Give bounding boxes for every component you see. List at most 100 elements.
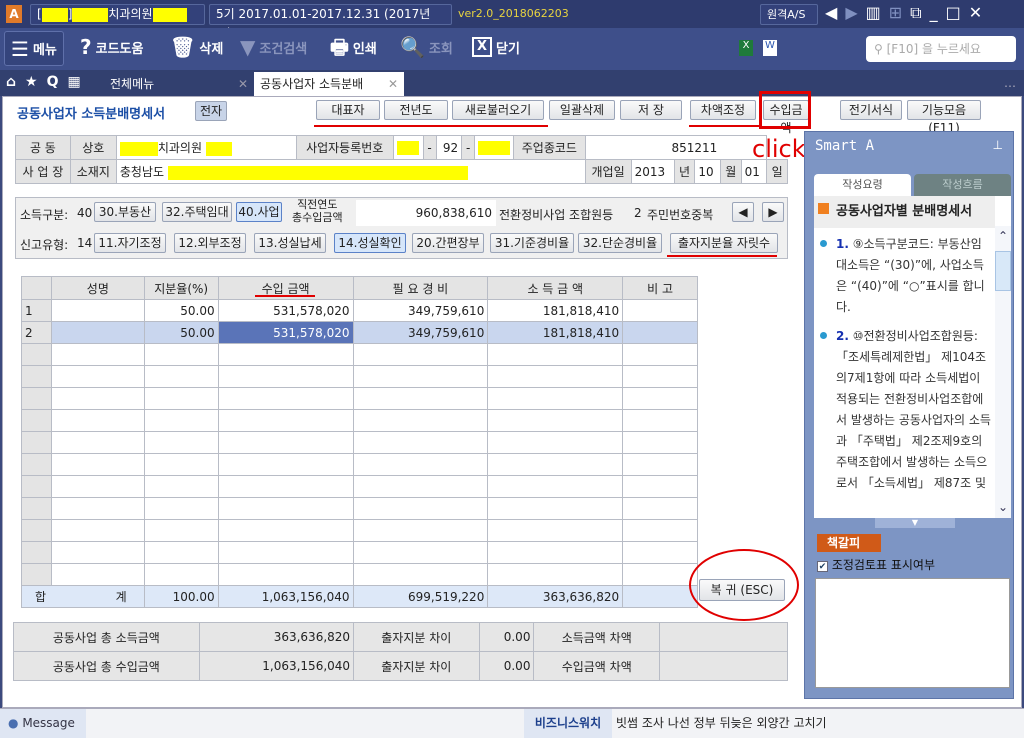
grid-cell[interactable] <box>622 541 698 564</box>
grid-cell[interactable] <box>352 519 489 542</box>
grid-cell[interactable] <box>622 563 698 586</box>
home-icon[interactable]: ⌂ <box>6 74 25 90</box>
grid-cell[interactable] <box>622 453 698 476</box>
fiscal-period-selector[interactable]: 5기 2017.01.01-2017.12.31 (2017년도) <box>209 4 452 40</box>
grid-cell[interactable] <box>217 387 354 410</box>
empty-row[interactable] <box>21 343 698 366</box>
conversion-value[interactable]: 2 <box>634 206 642 220</box>
report-option[interactable]: 13.성실납세 <box>254 233 326 253</box>
grid-cell[interactable] <box>622 321 698 344</box>
open-month[interactable]: 10 <box>694 159 721 184</box>
bizno-part3[interactable] <box>474 135 515 160</box>
review-checkbox[interactable]: ✔ 조정검토표 표시여부 <box>817 556 935 573</box>
empty-row[interactable] <box>21 431 698 454</box>
column-header[interactable]: 성명 <box>50 276 145 300</box>
delete-button[interactable]: 🗑 삭제 <box>170 37 223 57</box>
empty-row[interactable] <box>21 563 698 586</box>
grid-cell[interactable] <box>217 519 354 542</box>
inquiry-button[interactable]: 🔍 조회 <box>400 37 453 57</box>
grid-cell[interactable] <box>352 453 489 476</box>
tab-all-menu[interactable]: 전체메뉴 ✕ <box>104 72 252 96</box>
company-name-field[interactable]: 치과의원 <box>115 135 297 160</box>
grid-cell[interactable] <box>143 563 219 586</box>
q-icon[interactable]: Q <box>47 74 68 90</box>
report-type-code[interactable]: 14 <box>77 236 92 250</box>
grid-cell[interactable] <box>352 409 489 432</box>
pin-icon[interactable]: ⊥ <box>993 138 1003 152</box>
grid-cell[interactable] <box>352 365 489 388</box>
empty-row[interactable] <box>21 387 698 410</box>
grid-cell[interactable] <box>352 387 489 410</box>
grid-cell[interactable] <box>622 431 698 454</box>
search-input[interactable]: [F10] 을 누르세요 <box>887 42 981 56</box>
code-help-button[interactable]: ? 코드도움 <box>80 37 143 57</box>
grid-cell[interactable] <box>217 453 354 476</box>
table-row[interactable]: 1 50.00 531,578,020 349,759,610 181,818,410 <box>21 299 698 322</box>
open-year[interactable]: 2013 <box>630 159 675 184</box>
grid-cell[interactable] <box>50 475 145 498</box>
decimal-places-button[interactable]: 출자지분율 자릿수 <box>670 233 778 253</box>
grid-cell[interactable] <box>352 431 489 454</box>
grid-cell[interactable] <box>21 475 52 498</box>
grid-cell[interactable] <box>487 343 624 366</box>
column-header[interactable]: 필 요 경 비 <box>352 276 489 300</box>
filter-button[interactable]: ▼ 조건검색 <box>240 37 307 57</box>
income-type-code[interactable]: 40 <box>77 206 92 220</box>
grid-cell[interactable] <box>352 497 489 520</box>
grid-cell[interactable] <box>487 453 624 476</box>
table-row[interactable]: 2 50.00 531,578,020 349,759,610 181,818,410 <box>21 321 698 344</box>
grid-cell[interactable] <box>217 541 354 564</box>
bizno-part1[interactable] <box>392 135 424 160</box>
grid-cell[interactable]: 531,578,020 <box>217 321 354 344</box>
grid-cell[interactable] <box>622 409 698 432</box>
report-option[interactable]: 31.기준경비율 <box>490 233 574 253</box>
close-button[interactable]: X 닫기 <box>472 37 520 57</box>
income-option[interactable]: 30.부동산 <box>94 202 156 222</box>
grid-cell[interactable] <box>622 343 698 366</box>
grid-cell[interactable] <box>21 519 52 542</box>
toolbar-button-8[interactable]: 기능모음(F11) <box>907 100 981 135</box>
column-header[interactable]: 지분율(%) <box>143 276 219 300</box>
income-option[interactable]: 32.주택임대 <box>162 202 232 222</box>
summary-cell[interactable]: 0.00 <box>478 651 535 681</box>
maximize-icon[interactable]: □ <box>946 3 969 22</box>
window-icon[interactable]: ⧉ <box>910 3 929 22</box>
summary-cell[interactable] <box>659 651 788 681</box>
grid-cell[interactable] <box>487 431 624 454</box>
excel-icon[interactable]: X <box>739 40 753 56</box>
grid-cell[interactable] <box>50 497 145 520</box>
grid-cell[interactable] <box>21 387 52 410</box>
empty-row[interactable] <box>21 497 698 520</box>
summary-cell[interactable]: 1,063,156,040 <box>198 651 355 681</box>
toolbar-button-7[interactable]: 전기서식 <box>840 100 902 120</box>
scrollbar[interactable]: ⌃ ⌄ <box>995 226 1011 518</box>
summary-cell[interactable]: 0.00 <box>478 622 535 652</box>
news-ticker[interactable]: 빗썸 조사 나선 정부 뒤늦은 외양간 고치기 <box>616 709 827 737</box>
grid-cell[interactable] <box>622 519 698 542</box>
grid-cell[interactable] <box>143 409 219 432</box>
grid-cell[interactable] <box>487 563 624 586</box>
open-day[interactable]: 01 <box>740 159 768 184</box>
grid-cell[interactable] <box>21 563 52 586</box>
grid-cell[interactable]: 1 <box>21 299 52 322</box>
empty-row[interactable] <box>21 541 698 564</box>
grid-cell[interactable] <box>217 431 354 454</box>
grid-cell[interactable] <box>352 343 489 366</box>
grid-cell[interactable]: 349,759,610 <box>352 299 489 322</box>
report-option[interactable]: 32.단순경비율 <box>578 233 662 253</box>
grid-cell[interactable] <box>622 475 698 498</box>
grid-cell[interactable] <box>50 519 145 542</box>
grid-cell[interactable] <box>217 365 354 388</box>
checkbox-icon[interactable]: ✔ <box>817 561 828 572</box>
report-option[interactable]: 14.성실확인 <box>334 233 406 253</box>
toolbar-button-1[interactable]: 전년도 <box>384 100 448 120</box>
grid-cell[interactable] <box>487 409 624 432</box>
remote-as-button[interactable]: 원격A/S <box>760 4 818 25</box>
grid-cell[interactable]: 50.00 <box>143 321 219 344</box>
close-tab-icon[interactable]: ✕ <box>238 72 248 96</box>
grid-cell[interactable] <box>143 365 219 388</box>
grid-cell[interactable] <box>50 321 145 344</box>
grid-cell[interactable] <box>143 453 219 476</box>
grid-cell[interactable]: 181,818,410 <box>487 299 624 322</box>
column-header[interactable]: 비 고 <box>622 276 698 300</box>
